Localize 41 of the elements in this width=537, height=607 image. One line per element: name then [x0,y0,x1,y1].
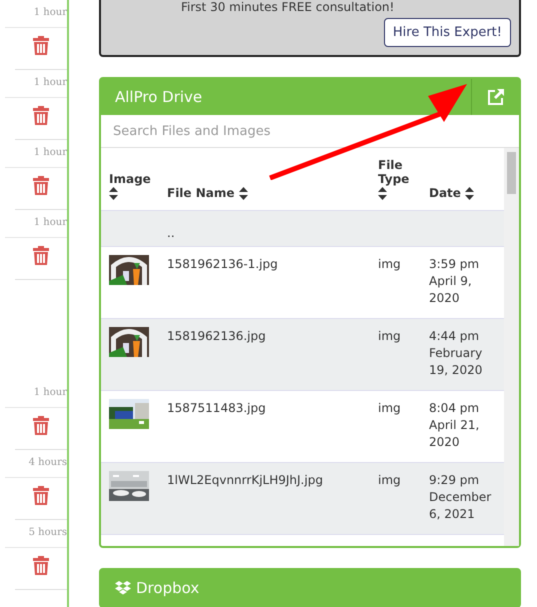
time-ago: 4 hours [5,450,67,478]
time-ago: 1 hour [5,210,67,238]
file-date: 4:44 pm February 19, 2020 [429,328,484,380]
trash-icon[interactable] [33,176,49,195]
card-title: AllPro Drive [114,88,204,106]
trash-icon[interactable] [33,36,49,55]
column-header[interactable]: Date [429,176,504,210]
file-type: img [378,400,402,418]
file-date: 9:29 pm December 6, 2021 [429,472,492,524]
time-ago: 1 hour [5,0,67,28]
file-date: 8:04 pm April 21, 2020 [429,400,480,452]
trash-icon[interactable] [33,556,49,575]
sort-icon[interactable] [465,187,474,200]
file-name[interactable]: 1581962136.jpg [167,319,378,390]
time-ago: 1 hour [5,380,67,408]
hire-expert-button[interactable]: Hire This Expert! [384,18,511,47]
column-header[interactable]: File Name [167,176,378,210]
file-type: img [378,328,402,346]
file-name[interactable]: 1lWL2EqvnnrrKjLH9JhJ.jpg [167,463,378,534]
consultation-offer: First 30 minutes FREE consultation! [181,0,394,14]
time-ago: 5 hours [5,520,67,548]
time-ago: 1 hour [5,70,67,98]
file-type: img [378,256,402,274]
trash-icon[interactable] [33,486,49,505]
external-link-icon[interactable] [486,88,504,106]
card-title: Dropbox [136,579,200,597]
trash-icon[interactable] [33,416,49,435]
trash-icon[interactable] [33,246,49,265]
file-name[interactable]: 1587511483.jpg [167,391,378,462]
column-header[interactable]: File Type [378,148,429,210]
trash-icon[interactable] [33,106,49,125]
sort-icon[interactable] [378,187,387,200]
dropbox-icon [115,581,131,595]
file-type: img [378,472,402,490]
sort-icon[interactable] [109,187,118,200]
file-name[interactable]: 1581962136-1.jpg [167,247,378,318]
column-header[interactable]: Image [109,162,167,210]
sort-icon[interactable] [238,187,248,200]
time-ago: 1 hour [5,140,67,168]
file-date: 3:59 pm April 9, 2020 [429,256,480,308]
scrollbar[interactable] [504,148,519,546]
